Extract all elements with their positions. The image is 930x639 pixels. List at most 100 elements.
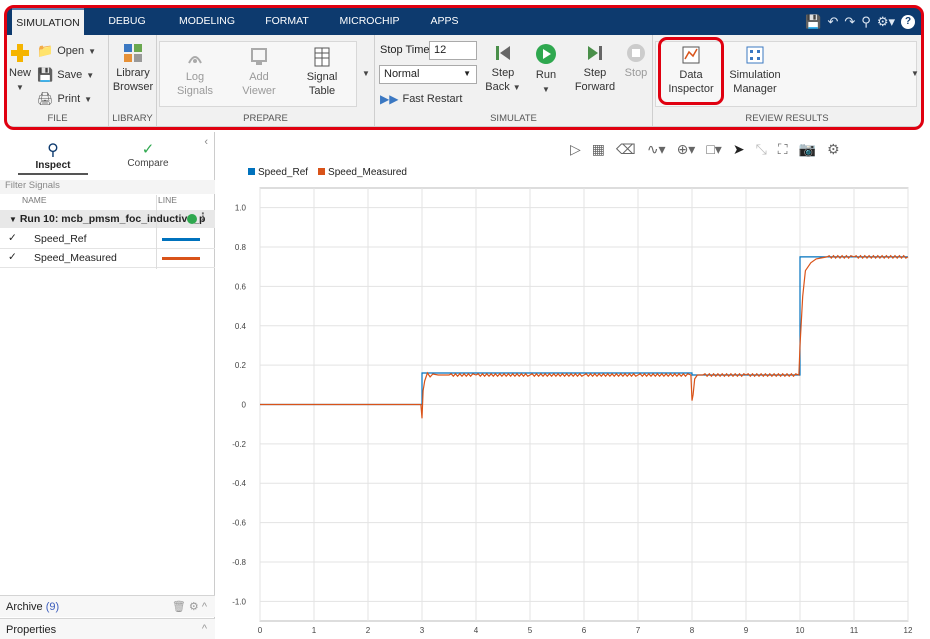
- checkbox-checked-icon[interactable]: ✓: [8, 232, 17, 244]
- step-back-button[interactable]: Step Back ▼: [483, 43, 523, 95]
- simulink-window: SIMULATION DEBUG MODELING FORMAT MICROCH…: [0, 0, 930, 639]
- print-button[interactable]: 🖨 Print ▼: [37, 91, 92, 107]
- stop-button[interactable]: Stop: [623, 43, 649, 80]
- simulation-manager-label-1: Simulation: [729, 69, 781, 81]
- print-label: Print: [57, 93, 81, 105]
- tab-debug[interactable]: DEBUG: [97, 8, 157, 35]
- properties-label: Properties: [6, 624, 57, 636]
- library-label-1: Library: [116, 67, 150, 79]
- y-tick-label: 0: [242, 401, 247, 410]
- save-button[interactable]: 💾 Save ▼: [37, 67, 94, 83]
- check-circle-icon: ✓: [141, 141, 155, 158]
- chevron-up-icon[interactable]: ^: [202, 623, 207, 635]
- x-tick-label: 12: [904, 626, 913, 635]
- signal-table-button[interactable]: Signal Table: [302, 47, 342, 98]
- archive-actions-icons[interactable]: 🗑 ⚙ ^: [172, 600, 207, 613]
- signal-row[interactable]: ✓ Speed_Measured: [0, 249, 215, 268]
- redo-icon[interactable]: ↷: [844, 14, 855, 30]
- tab-modeling[interactable]: MODELING: [172, 8, 242, 35]
- group-simulate-label: SIMULATE: [490, 113, 537, 124]
- run-name: Run 10: mcb_pmsm_foc_inductive_p: [19, 213, 206, 225]
- line-style-swatch[interactable]: [162, 257, 200, 260]
- new-plus-icon: [11, 44, 29, 62]
- group-library: Library Browser LIBRARY: [109, 35, 157, 127]
- tab-inspect[interactable]: ⚲ Inspect: [18, 140, 88, 175]
- fullscreen-icon[interactable]: ⛶: [778, 141, 788, 158]
- group-file-label: FILE: [47, 113, 68, 124]
- save-icon[interactable]: 💾: [805, 14, 821, 30]
- signal-visualization-icon[interactable]: ∿▾: [647, 141, 666, 158]
- archive-section[interactable]: Archive (9) 🗑 ⚙ ^: [0, 595, 215, 617]
- checkbox-checked-icon[interactable]: ✓: [8, 251, 17, 263]
- library-browser-button[interactable]: Library Browser: [112, 43, 154, 94]
- y-tick-label: 0.6: [235, 282, 247, 291]
- gallery-expand-icon[interactable]: ▼: [362, 69, 370, 78]
- save-label: Save: [57, 69, 83, 81]
- step-forward-button[interactable]: Step Forward: [571, 43, 619, 94]
- eraser-icon[interactable]: ⌫: [616, 141, 636, 158]
- expand-triangle-icon[interactable]: ▼: [9, 215, 17, 224]
- cursor-icon[interactable]: ➤: [733, 141, 745, 158]
- open-button[interactable]: 📁 Open ▼: [37, 43, 96, 59]
- chevron-down-icon: ▼: [463, 69, 471, 78]
- tab-apps[interactable]: APPS: [422, 8, 467, 35]
- find-icon[interactable]: ⚲: [861, 14, 871, 30]
- status-dot-icon: [187, 214, 197, 224]
- y-tick-label: -0.4: [232, 479, 246, 488]
- filter-signals-input[interactable]: Filter Signals: [0, 180, 215, 194]
- folder-icon: 📁: [37, 43, 54, 58]
- fast-restart-toggle[interactable]: ▶▶ Fast Restart: [380, 92, 462, 106]
- run-icon: [536, 44, 556, 64]
- y-tick-label: 0.8: [235, 243, 247, 252]
- line-style-swatch[interactable]: [162, 238, 200, 241]
- fit-icon[interactable]: □▾: [706, 141, 721, 158]
- data-inspector-button[interactable]: Data Inspector: [665, 45, 717, 96]
- signal-plot[interactable]: 0 1 2 3 4 5 6 7 8 9 10 11 12-1.0-0.8-0.6-0.4-0.200.2…: [220, 180, 925, 639]
- run-row[interactable]: ▼ Run 10: mcb_pmsm_foc_inductive_p ⋮: [0, 210, 215, 228]
- new-button[interactable]: New ▼: [9, 43, 31, 95]
- camera-icon[interactable]: 📷: [799, 141, 816, 158]
- group-file: New ▼ 📁 Open ▼ 💾 Save ▼ 🖨 Print ▼ FILE: [7, 35, 109, 127]
- simulation-manager-label-2: Manager: [733, 83, 777, 95]
- simulation-mode-select[interactable]: Normal ▼: [379, 65, 477, 84]
- chevron-down-icon: ▼: [86, 70, 95, 80]
- simulation-manager-icon: [746, 46, 764, 64]
- collapse-panel-icon[interactable]: ‹: [204, 136, 208, 148]
- expand-icon[interactable]: ⤡: [756, 141, 767, 158]
- settings-dropdown-icon[interactable]: ⚙▾: [877, 14, 895, 30]
- gallery-expand-icon[interactable]: ▼: [911, 69, 919, 78]
- ribbon: New ▼ 📁 Open ▼ 💾 Save ▼ 🖨 Print ▼ FILE Library B…: [7, 35, 921, 127]
- signal-row[interactable]: ✓ Speed_Ref: [0, 230, 215, 249]
- properties-section[interactable]: Properties ^: [0, 618, 215, 639]
- simulation-manager-button[interactable]: Simulation Manager: [725, 45, 785, 96]
- add-viewer-button[interactable]: Add Viewer: [239, 47, 279, 98]
- data-inspector-icon: [682, 46, 700, 64]
- y-tick-label: 1.0: [235, 204, 247, 213]
- legend-label: Speed_Ref: [258, 167, 309, 178]
- group-prepare-label: PREPARE: [243, 113, 288, 124]
- tab-format[interactable]: FORMAT: [257, 8, 317, 35]
- step-forward-label-1: Step: [583, 67, 607, 79]
- tab-simulation[interactable]: SIMULATION: [12, 8, 84, 35]
- log-signals-button[interactable]: Log Signals: [175, 47, 215, 98]
- floppy-icon: 💾: [37, 67, 54, 82]
- stop-time-input[interactable]: 12: [429, 41, 477, 60]
- kebab-menu-icon[interactable]: ⋮: [198, 211, 209, 223]
- search-icon: ⚲: [47, 142, 59, 159]
- step-back-icon: [496, 46, 510, 60]
- undo-icon[interactable]: ↶: [827, 14, 838, 30]
- settings-icon[interactable]: ⚙: [827, 141, 840, 158]
- data-inspector-label-2: Inspector: [668, 83, 714, 95]
- group-simulate: Stop Time 12 Normal ▼ ▶▶ Fast Restart Ste…: [375, 35, 653, 127]
- stop-label: Stop: [624, 67, 648, 79]
- tab-compare[interactable]: ✓ Compare: [113, 140, 183, 169]
- zoom-icon[interactable]: ⊕▾: [677, 141, 696, 158]
- legend-swatch: [318, 168, 326, 175]
- y-tick-label: -0.6: [232, 519, 246, 528]
- library-icon: [124, 44, 142, 62]
- help-icon[interactable]: ?: [901, 14, 915, 29]
- play-icon[interactable]: ▷: [570, 141, 581, 158]
- tab-microchip[interactable]: MICROCHIP: [332, 8, 407, 35]
- layout-grid-icon[interactable]: ▦: [592, 141, 605, 158]
- run-button[interactable]: Run ▼: [531, 43, 561, 97]
